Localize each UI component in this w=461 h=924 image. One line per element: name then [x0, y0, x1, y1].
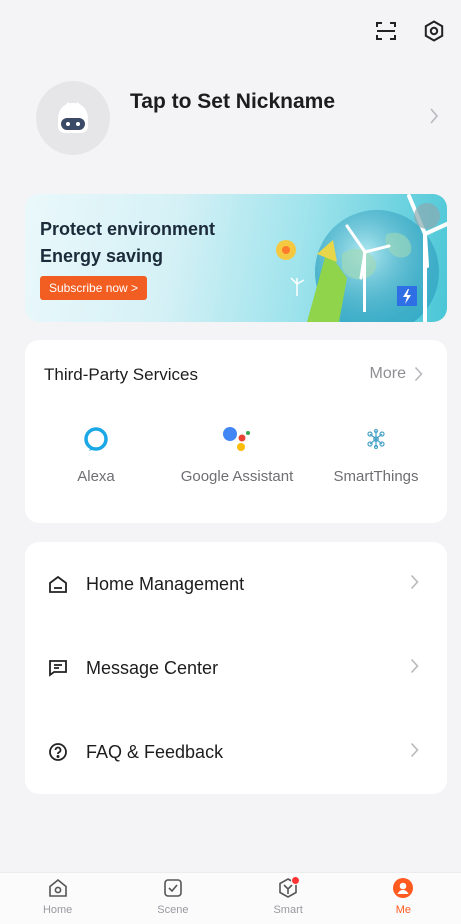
- tab-home[interactable]: Home: [0, 873, 115, 924]
- tab-me[interactable]: Me: [346, 873, 461, 924]
- bottom-tab-bar: Home Scene Smart Me: [0, 872, 461, 924]
- third-party-services-card: Third-Party Services More Alexa Google A…: [25, 340, 447, 523]
- banner-illustration: [276, 194, 447, 322]
- menu-item-message-center[interactable]: Message Center: [25, 626, 447, 710]
- tab-label: Smart: [273, 904, 303, 916]
- chevron-right-icon: [414, 366, 423, 382]
- menu-item-home-management[interactable]: Home Management: [25, 542, 447, 626]
- banner-title: Protect environment Energy saving: [40, 216, 215, 270]
- menu-label: Home Management: [86, 573, 245, 594]
- nickname-label[interactable]: Tap to Set Nickname: [130, 90, 335, 114]
- profile-section[interactable]: Tap to Set Nickname: [36, 80, 439, 156]
- service-google-assistant[interactable]: Google Assistant: [177, 424, 297, 486]
- services-title: Third-Party Services: [44, 365, 198, 384]
- tab-scene[interactable]: Scene: [115, 873, 230, 924]
- subscribe-button[interactable]: Subscribe now >: [40, 276, 148, 300]
- tab-label: Scene: [157, 904, 189, 916]
- question-icon: [47, 741, 69, 763]
- menu-label: FAQ & Feedback: [86, 741, 224, 762]
- smartthings-icon: [316, 424, 436, 454]
- promo-banner[interactable]: Protect environment Energy saving Subscr…: [25, 194, 447, 322]
- google-assistant-icon: [177, 424, 297, 454]
- menu-item-faq-feedback[interactable]: FAQ & Feedback: [25, 710, 447, 794]
- scene-tab-icon: [164, 879, 182, 897]
- tab-label: Home: [42, 904, 73, 916]
- more-label: More: [369, 365, 406, 382]
- service-smartthings[interactable]: SmartThings: [316, 424, 436, 486]
- home-icon: [47, 573, 69, 595]
- me-tab-icon: [393, 878, 414, 898]
- menu-card: Home Management Message Center FAQ & Fee…: [25, 542, 447, 794]
- service-label: SmartThings: [333, 468, 419, 485]
- more-link[interactable]: More: [370, 365, 423, 383]
- alexa-icon: [36, 424, 156, 454]
- chevron-right-icon: [429, 107, 439, 130]
- tab-smart[interactable]: Smart: [231, 873, 346, 924]
- avatar[interactable]: [36, 81, 110, 155]
- service-label: Google Assistant: [180, 468, 294, 485]
- scan-icon[interactable]: [373, 18, 399, 44]
- service-alexa[interactable]: Alexa: [36, 424, 156, 486]
- menu-label: Message Center: [86, 657, 219, 678]
- service-label: Alexa: [77, 468, 115, 485]
- message-icon: [47, 657, 69, 679]
- chevron-right-icon: [410, 658, 419, 679]
- tab-label: Me: [395, 904, 412, 916]
- banner-line-1: Protect environment: [40, 219, 216, 239]
- chevron-right-icon: [410, 742, 419, 763]
- home-tab-icon: [48, 878, 67, 897]
- top-bar: [373, 18, 447, 44]
- settings-icon[interactable]: [421, 18, 447, 44]
- banner-line-2: Energy saving: [40, 246, 164, 266]
- chevron-right-icon: [410, 574, 419, 595]
